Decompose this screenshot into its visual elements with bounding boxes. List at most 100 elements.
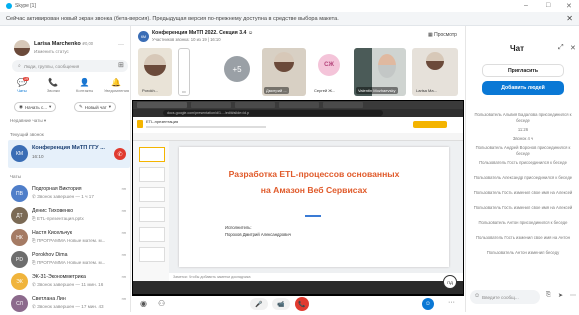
participant-options[interactable]: ▭ [178,48,190,96]
reaction-button[interactable]: ☺ [422,298,434,310]
menu-bar [146,126,266,128]
close-window-button[interactable]: ✕ [566,2,572,10]
user-avatar[interactable] [14,40,30,56]
search-input[interactable]: ⌕ Люди, группы, сообщения [12,60,128,72]
call-avatar: КМ [138,31,149,42]
system-message: Пользователь Гость присоединился к бесед… [479,160,567,165]
mute-button[interactable]: 🎤 [250,298,268,310]
chat-last-message: ⎘ ПРОГРАММА Новые матем. м... [32,260,106,265]
chat-time: пн [121,296,126,301]
meet-now-button[interactable]: ◉ Начать с... ▾ [14,102,57,112]
chat-avatar: НК [11,229,28,246]
invite-button[interactable]: Пригласить [482,64,564,77]
chat-name: Светлана Лин [32,296,66,302]
new-chat-button[interactable]: ✎ Новый чат ▾ [74,102,116,112]
nav-notifications[interactable]: 🔔 Уведомления [103,78,129,98]
maximize-button[interactable]: □ [546,2,550,9]
present-button [413,121,447,128]
view-button[interactable]: ▦ Просмотр [428,32,457,38]
chat-name: Денис Тиховенко [32,208,74,214]
chat-panel: Чат ⤢ ✕ Пригласить Добавить людей Пользо… [465,26,579,312]
participant-tile[interactable]: Larisa Ma... [412,48,458,96]
chat-list-item[interactable]: ПВ Подгорная Виктория ✆ Звонок завершен — … [8,183,130,205]
minimize-button[interactable]: – [524,2,528,9]
attach-icon[interactable]: ⎘ [546,292,551,299]
more-options-icon[interactable]: ··· [118,42,124,48]
participant-tile[interactable]: Дмитрий ... [262,48,306,96]
system-message: Пользователь Гость изменил свое имя на А… [476,235,570,240]
chat-time: пн [121,230,126,235]
participant-photo [426,52,444,70]
record-icon[interactable]: ◉ [140,299,147,308]
add-people-button[interactable]: Добавить людей [482,81,564,95]
chat-last-message: ⎘ ПРОГРАММА Новые матем. м... [32,238,106,243]
slides-logo-icon [137,120,143,128]
chat-list-item[interactable]: PD Porokhov Dima ⎘ ПРОГРАММА Новые матем. … [8,249,130,271]
more-participants-tile[interactable]: +5 [218,48,256,96]
meet-now-label: Начать с... [24,104,47,110]
chevron-down-icon: ▾ [108,104,111,109]
participant-name: Valentin Mozhaevsky [356,87,398,94]
phone-icon: 📞 [48,78,59,87]
bell-icon: 🔔 [111,78,121,87]
system-message: 11:26 [517,127,529,132]
participants-icon[interactable]: ⚇ [158,299,165,308]
message-input[interactable]: Введите сообщ... [470,290,540,304]
nav-chats-label: Чаты [17,88,27,93]
nav-calls-label: Звонки [46,88,60,93]
nav-calls[interactable]: 📞 Звонки [41,78,65,98]
banner-close-button[interactable]: ✕ [566,14,573,23]
chat-name: Подгорная Виктория [32,186,82,192]
browser-tab [323,102,363,108]
current-call-item[interactable]: КМ Конференция МиТП ГГУ ... 16:10 ✆ [8,140,130,168]
video-button[interactable]: 📹 [272,298,290,310]
send-icon[interactable]: ➤ [558,292,563,299]
participant-initials: СЖ [318,54,340,76]
window-title: Skype [1] [15,3,36,9]
slide-canvas: Разработка ETL-процессов основанных на А… [169,141,463,273]
title-bar: Skype [1] [0,0,579,12]
close-panel-icon[interactable]: ✕ [570,44,576,52]
participant-photo [144,54,166,76]
slide-thumbnail [139,207,165,222]
nav-notifications-label: Уведомления [103,88,129,93]
user-balance: ₽0,00 [82,41,94,46]
participant-tile[interactable]: Porokh... [138,48,172,96]
expand-icon[interactable]: ⤢ [558,44,564,52]
recent-chats-header[interactable]: Недавние чаты ▾ [10,118,46,124]
user-status[interactable]: Изменить статус [34,49,69,54]
camera-icon: ▭ [182,89,186,94]
message-placeholder: Введите сообщ... [482,294,519,300]
nav-chats[interactable]: 💬 Чаты 19 [10,77,34,98]
more-participants-count: +5 [224,56,250,82]
slides-toolbar: ETL-презентация [133,117,463,133]
browser-url: docs.google.com/presentation/d/1..../edi… [163,110,383,116]
chat-list-item[interactable]: ЭК ЭК-31-Экономметрика ✆ Звонок завершен —… [8,271,130,293]
emoji-icon[interactable]: ☺ [474,293,480,299]
participant-tile[interactable]: Valentin Mozhaevsky [354,48,406,96]
nav-contacts-label: Контакты [76,88,94,93]
search-placeholder: Люди, группы, сообщения [23,63,80,69]
participant-tile[interactable]: СЖ Сергей Ж... [310,48,348,96]
slide-author-name: Порохов Дмитрий Александрович [225,232,291,237]
browser-tab [137,102,187,108]
join-call-icon[interactable]: ✆ [114,148,126,160]
edit-icon: ✎ [79,104,83,109]
chat-list-item[interactable]: ДТ Денис Тиховенко ⎘ ETL-презентация.pptx п… [8,205,130,227]
participants-strip: Porokh... ▭ +5 Дмитрий ... СЖ Сергей Ж..… [132,46,464,100]
chat-last-message: ⎘ ETL-презентация.pptx [32,216,84,221]
more-options-button[interactable]: ··· [448,299,455,306]
nav-contacts[interactable]: 👤 Контакты [73,78,97,98]
presentation-name: ETL-презентация [146,119,179,124]
hang-up-button[interactable]: 📞 [295,297,309,311]
more-icon[interactable]: ⋯ [570,292,576,299]
slide-thumbnails [133,141,169,281]
grid-icon[interactable]: ⊞ [118,61,124,69]
slide-divider [305,215,321,217]
chat-avatar: PD [11,251,28,268]
browser-tab [191,102,231,108]
chat-icon: 💬 [17,78,27,87]
chat-list-item[interactable]: НК Настя Кисельчук ⎘ ПРОГРАММА Новые матем… [8,227,130,249]
new-chat-label: Новый чат [84,104,107,110]
slide-thumbnail [139,227,165,242]
